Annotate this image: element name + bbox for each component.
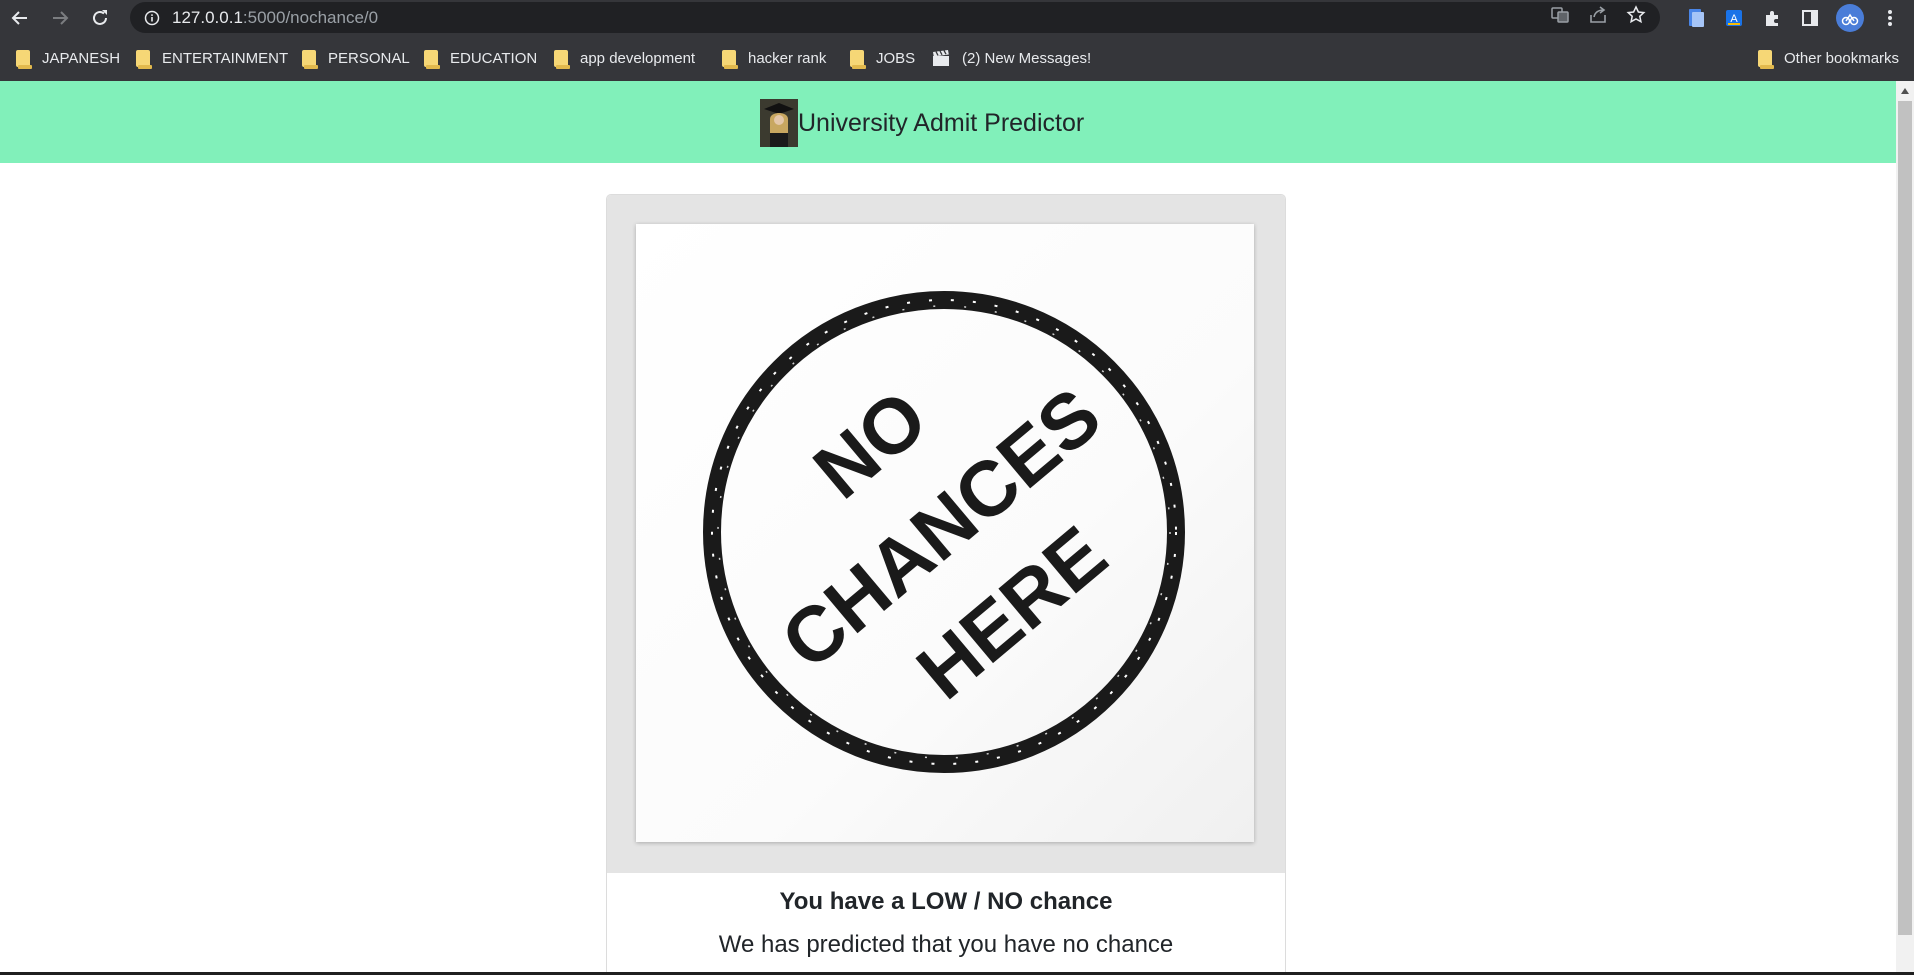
folder-icon [302, 49, 318, 69]
arrow-left-icon [11, 10, 27, 25]
more-menu-icon[interactable] [1878, 6, 1902, 30]
bookmark-app-development[interactable]: app development [554, 35, 695, 81]
page-scrollbar[interactable] [1896, 81, 1914, 975]
result-title: You have a LOW / NO chance [779, 888, 1113, 915]
stamp-graphic: NO CHANCES HERE [703, 291, 1185, 773]
address-bar[interactable]: 127.0.0.1:5000/nochance/0 [130, 2, 1660, 33]
site-header: University Admit Predictor [0, 81, 1896, 163]
no-chances-stamp-image: NO CHANCES HERE [636, 224, 1254, 842]
omnibox-actions [1550, 2, 1646, 33]
bookmark-label: hacker rank [748, 49, 827, 67]
other-bookmarks[interactable]: Other bookmarks [1758, 35, 1899, 81]
bookmark-japanesh[interactable]: JAPANESH [16, 35, 120, 81]
url-text[interactable]: 127.0.0.1:5000/nochance/0 [172, 8, 378, 28]
bookmarks-bar: JAPANESH ENTERTAINMENT PERSONAL EDUCATIO… [0, 35, 1914, 82]
browser-toolbar: 127.0.0.1:5000/nochance/0 A [0, 0, 1914, 35]
card-image-area: NO CHANCES HERE [607, 195, 1285, 873]
url-host: 127.0.0.1 [172, 7, 243, 27]
forward-button[interactable] [40, 0, 80, 35]
url-path: :5000/nochance/0 [242, 7, 379, 27]
scroll-thumb[interactable] [1898, 101, 1912, 935]
folder-icon [850, 49, 866, 69]
brand[interactable]: University Admit Predictor [760, 98, 1084, 148]
bookmark-education[interactable]: EDUCATION [424, 35, 537, 81]
bookmark-label: PERSONAL [328, 49, 410, 67]
bookmark-star-icon[interactable] [1626, 5, 1646, 30]
google-docs-extension-icon[interactable] [1684, 6, 1708, 30]
share-icon[interactable] [1588, 5, 1608, 30]
bookmark-personal[interactable]: PERSONAL [302, 35, 410, 81]
site-info-icon[interactable] [144, 10, 160, 26]
folder-icon [136, 49, 152, 69]
bookmark-new-messages[interactable]: (2) New Messages! [932, 35, 1091, 81]
clapperboard-icon [933, 50, 949, 66]
toolbar-extensions: A [1684, 0, 1914, 35]
bookmark-label: JOBS [876, 49, 916, 67]
folder-icon [554, 49, 570, 69]
scroll-up-arrow-icon[interactable] [1896, 81, 1914, 101]
graduate-logo [760, 99, 798, 147]
extensions-puzzle-icon[interactable] [1760, 6, 1784, 30]
arrow-right-icon [53, 10, 69, 25]
font-extension-icon[interactable]: A [1722, 6, 1746, 30]
folder-icon [424, 49, 440, 69]
folder-icon [1758, 49, 1774, 69]
bookmark-hacker-rank[interactable]: hacker rank [722, 35, 826, 81]
bookmark-label: (2) New Messages! [962, 49, 1092, 67]
side-panel-icon[interactable] [1798, 6, 1822, 30]
bookmark-label: ENTERTAINMENT [162, 49, 289, 67]
profile-avatar[interactable] [1836, 3, 1864, 32]
result-text: We has predicted that you have no chance [718, 931, 1174, 958]
reload-button[interactable] [80, 0, 120, 35]
folder-icon [16, 49, 32, 69]
folder-icon [722, 49, 738, 69]
site-title: University Admit Predictor [798, 108, 1085, 137]
page-content: University Admit Predictor NO CHANCES HE… [0, 81, 1896, 975]
bookmark-jobs[interactable]: JOBS [850, 35, 915, 81]
reload-icon [93, 9, 107, 25]
translate-icon[interactable] [1550, 5, 1570, 30]
bookmark-label: JAPANESH [42, 49, 121, 67]
bookmark-label: EDUCATION [450, 49, 538, 67]
other-bookmarks-label: Other bookmarks [1784, 49, 1900, 67]
bookmark-entertainment[interactable]: ENTERTAINMENT [136, 35, 288, 81]
bookmark-label: app development [580, 49, 696, 67]
back-button[interactable] [0, 0, 40, 35]
result-card: NO CHANCES HERE You have a LOW / NO chan… [606, 194, 1286, 975]
